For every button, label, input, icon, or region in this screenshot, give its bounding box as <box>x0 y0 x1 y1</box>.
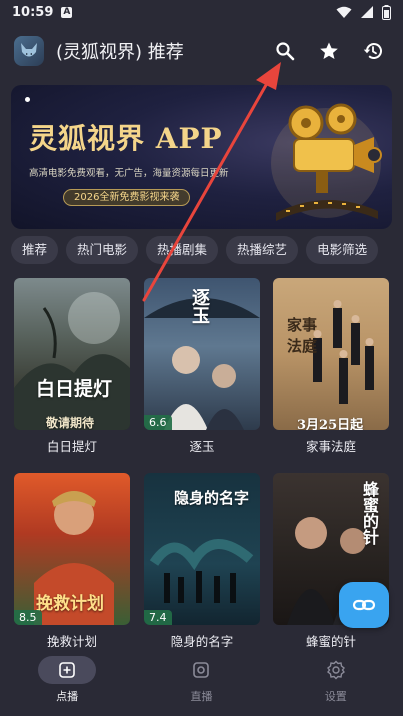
page-title: (灵狐视界) 推荐 <box>56 42 184 63</box>
bottom-navigation: 点播 直播 设置 <box>0 650 403 716</box>
movie-poster: 家事法庭 3月25日起 <box>273 278 389 430</box>
search-icon[interactable] <box>273 39 297 63</box>
movie-title: 蜂蜜的针 <box>305 634 356 649</box>
film-projector-icon <box>271 103 382 221</box>
favorite-star-icon[interactable] <box>317 39 341 63</box>
nav-label: 设置 <box>324 690 347 703</box>
movie-title: 家事法庭 <box>305 439 356 454</box>
tab-hot-movies[interactable]: 热门电影 <box>66 236 139 264</box>
notification-app-icon: A <box>61 6 73 18</box>
nav-pill <box>172 656 230 684</box>
header-actions <box>273 39 389 63</box>
fox-logo-icon <box>14 36 44 66</box>
battery-icon <box>382 4 391 20</box>
nav-item-vod[interactable]: 点播 <box>0 650 134 716</box>
movie-card[interactable]: 逐玉 6.6 逐玉 <box>144 278 260 455</box>
signal-icon <box>361 5 373 18</box>
nav-pill <box>38 656 97 684</box>
plus-square-icon <box>59 662 75 678</box>
tab-hot-variety[interactable]: 热播综艺 <box>226 236 299 264</box>
poster-title-text: 挽救计划 <box>36 594 104 614</box>
history-icon[interactable] <box>361 39 385 63</box>
movie-card[interactable]: 隐身的名字 7.4 隐身的名字 <box>144 473 260 650</box>
movie-title: 逐玉 <box>189 439 215 454</box>
wifi-icon <box>336 6 352 18</box>
poster-title-text: 白日提灯 <box>36 378 113 400</box>
banner-title: 灵狐视界 APP <box>29 122 223 155</box>
movie-title: 白日提灯 <box>46 439 97 454</box>
movie-poster: 逐玉 6.6 <box>144 278 260 430</box>
tab-recommend[interactable]: 推荐 <box>11 236 59 264</box>
tab-movie-filter[interactable]: 电影筛选 <box>306 236 379 264</box>
rating-badge: 8.5 <box>14 610 42 625</box>
poster-tagline-text: 3月25日起 <box>297 418 364 430</box>
status-time: 10:59 <box>12 4 54 20</box>
link-icon <box>352 599 376 611</box>
status-bar: 10:59 A <box>0 0 403 24</box>
promo-banner[interactable]: 灵狐视界 APP 高清电影免费观看，无广告，海量资源每日更新 2026全新免费影… <box>11 85 392 229</box>
poster-art <box>14 292 130 430</box>
movie-title: 隐身的名字 <box>170 634 234 649</box>
rating-badge: 6.6 <box>144 415 172 430</box>
poster-title-text: 家事法庭 <box>287 316 318 355</box>
poster-title-text: 逐玉 <box>189 288 210 324</box>
app-header: (灵狐视界) 推荐 <box>0 30 403 72</box>
nav-pill <box>307 656 365 684</box>
movie-title: 挽救计划 <box>46 634 97 649</box>
category-tabs: 推荐 热门电影 热播剧集 热播综艺 电影筛选 <box>11 236 403 264</box>
live-tv-icon <box>193 662 210 678</box>
banner-tag: 2026全新免费影视来袭 <box>63 189 191 206</box>
movie-poster: 挽救计划 8.5 <box>14 473 130 625</box>
poster-title-text: 隐身的名字 <box>174 489 250 507</box>
gear-icon <box>326 660 345 680</box>
banner-subtitle: 高清电影免费观看，无广告，海量资源每日更新 <box>29 168 229 179</box>
nav-item-settings[interactable]: 设置 <box>269 650 403 716</box>
movie-card[interactable]: 家事法庭 3月25日起 家事法庭 <box>273 278 389 455</box>
movie-poster: 隐身的名字 7.4 <box>144 473 260 625</box>
carousel-indicator <box>25 97 30 102</box>
status-indicators <box>336 4 391 20</box>
rating-badge: 7.4 <box>144 610 172 625</box>
movie-card[interactable]: 挽救计划 8.5 挽救计划 <box>14 473 130 650</box>
nav-label: 直播 <box>190 690 213 703</box>
poster-title-text: 蜂蜜的针 <box>360 481 379 545</box>
tab-hot-series[interactable]: 热播剧集 <box>146 236 219 264</box>
movie-card[interactable]: 白日提灯 敬请期待 白日提灯 <box>14 278 130 455</box>
movie-poster: 白日提灯 敬请期待 <box>14 278 130 430</box>
link-fab-button[interactable] <box>339 582 389 628</box>
nav-item-live[interactable]: 直播 <box>134 650 268 716</box>
nav-label: 点播 <box>56 690 79 703</box>
poster-tagline-text: 敬请期待 <box>46 416 95 430</box>
